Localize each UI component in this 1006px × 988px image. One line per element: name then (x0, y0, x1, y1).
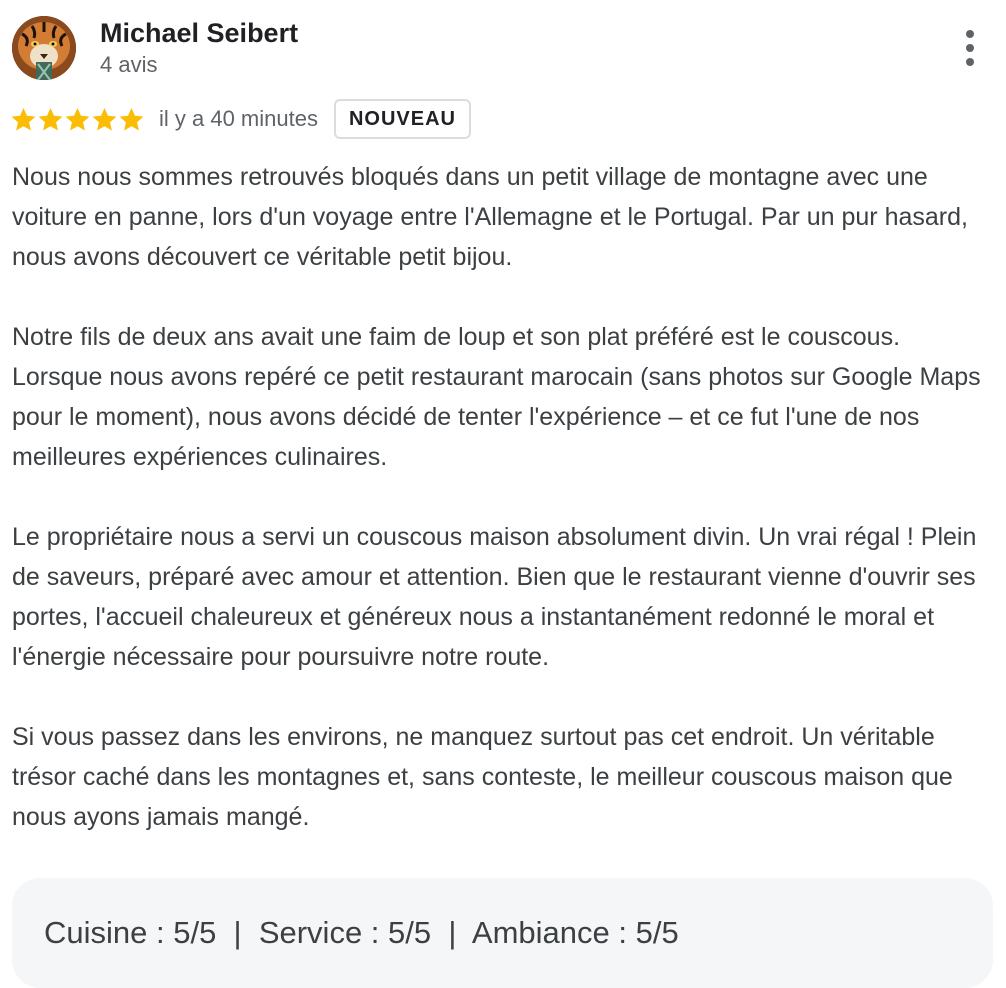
new-badge: NOUVEAU (333, 99, 471, 139)
star-icon (65, 107, 90, 131)
review-paragraph: Notre fils de deux ans avait une faim de… (12, 323, 981, 471)
review-card: Michael Seibert 4 avis il y a 40 minutes… (0, 0, 1006, 988)
star-icon (92, 107, 117, 131)
review-paragraph: Le propriétaire nous a servi un couscous… (12, 523, 977, 671)
menu-dot (966, 30, 974, 38)
star-icon (119, 107, 144, 131)
sub-ratings-box: Cuisine : 5/5 | Service : 5/5 | Ambiance… (12, 878, 993, 988)
star-rating (10, 106, 145, 133)
author-review-count[interactable]: 4 avis (100, 52, 157, 78)
sub-ratings-text: Cuisine : 5/5 | Service : 5/5 | Ambiance… (44, 915, 679, 950)
review-paragraph: Si vous passez dans les environs, ne man… (12, 723, 953, 831)
menu-dot (966, 58, 974, 66)
star-icon (11, 107, 36, 131)
tiger-avatar-icon[interactable] (12, 16, 76, 80)
review-text: Nous nous sommes retrouvés bloqués dans … (12, 157, 997, 837)
menu-dot (966, 44, 974, 52)
author-name[interactable]: Michael Seibert (100, 17, 298, 49)
more-vertical-icon[interactable] (948, 26, 992, 70)
review-paragraph: Nous nous sommes retrouvés bloqués dans … (12, 163, 968, 271)
rating-row: il y a 40 minutes NOUVEAU (10, 98, 471, 140)
star-icon (38, 107, 63, 131)
review-time: il y a 40 minutes (159, 106, 318, 131)
